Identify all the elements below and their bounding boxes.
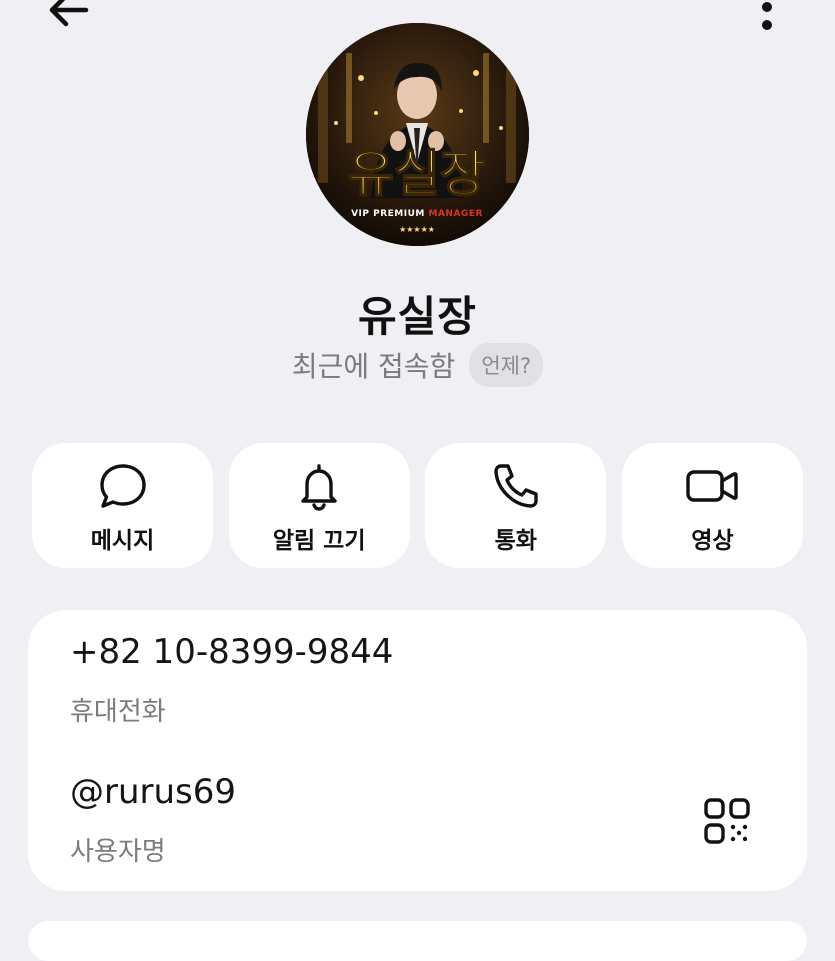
avatar-title-text: 유실장 [348, 145, 486, 203]
last-seen-when-chip[interactable]: 언제? [469, 343, 544, 387]
phone-icon [494, 464, 538, 508]
video-call-label: 영상 [691, 528, 734, 554]
message-bubble-icon [99, 464, 146, 508]
last-seen-row: 최근에 접속함 언제? [0, 343, 835, 387]
mute-notifications-button[interactable]: 알림 끄기 [228, 443, 410, 568]
profile-avatar[interactable]: 유실장 VIP PREMIUM MANAGER ★★★★★ [306, 23, 529, 246]
message-button-label: 메시지 [90, 528, 155, 554]
arrow-left-icon [49, 0, 89, 27]
username[interactable]: @rurus69 [70, 772, 236, 812]
more-options-button[interactable] [747, 0, 787, 38]
video-call-button[interactable]: 영상 [621, 443, 803, 568]
call-button[interactable]: 통화 [425, 443, 607, 568]
contact-info-card: +82 10-8399-9844 휴대전화 @rurus69 사용자명 [28, 610, 807, 891]
call-button-label: 통화 [494, 528, 537, 554]
mute-notifications-label: 알림 끄기 [272, 528, 366, 554]
message-button[interactable]: 메시지 [32, 443, 213, 568]
avatar-stars: ★★★★★ [399, 225, 435, 234]
phone-label: 휴대전화 [70, 697, 166, 727]
profile-name: 유실장 [358, 292, 477, 341]
more-vertical-icon [762, 2, 772, 30]
last-seen-text: 최근에 접속함 [291, 350, 456, 383]
avatar-banner-text: VIP PREMIUM [351, 209, 425, 219]
phone-number[interactable]: +82 10-8399-9844 [70, 632, 393, 672]
username-label: 사용자명 [70, 837, 166, 867]
bell-icon [301, 464, 337, 511]
qr-code-button[interactable] [699, 793, 755, 849]
action-buttons-row: 메시지 알림 끄기 통화 영상 [32, 443, 803, 568]
qr-code-icon [704, 798, 750, 844]
next-section-card [28, 921, 807, 961]
back-button[interactable] [38, 0, 98, 32]
video-camera-icon [686, 470, 739, 502]
avatar-banner-highlight: MANAGER [429, 209, 483, 219]
svg-text:VIP PREMIUM MANAGER: VIP PREMIUM MANAGER [351, 209, 483, 219]
